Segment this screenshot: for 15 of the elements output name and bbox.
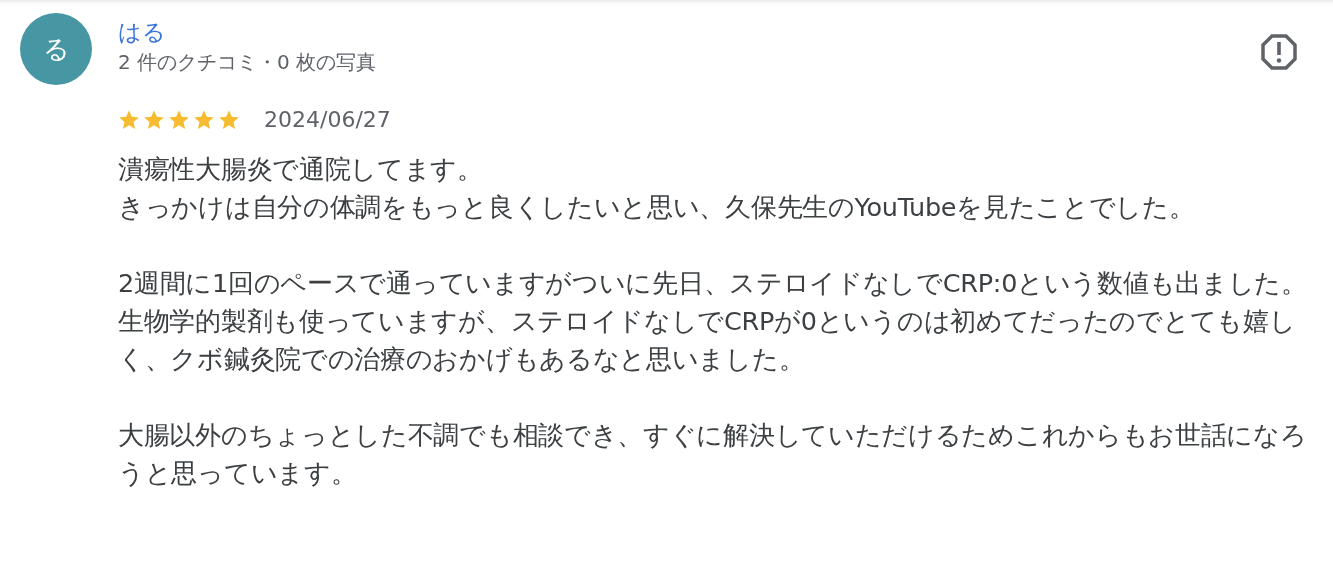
review-date: 2024/06/27 <box>264 107 391 132</box>
star-icon <box>218 108 240 131</box>
avatar: る <box>20 13 92 85</box>
review-text: 2週間に1回のペースで通っていますがついに先日、ステロイドなしでCRP:0という数値も出ました。 <box>118 267 1308 300</box>
review-text: 生物学的製剤も使っていますが、ステロイドなしでCRPが0というのは初めてだったのでとても嬉しく、クボ鍼灸院での治療のおかげもあるなと思いました。 <box>118 305 1297 376</box>
star-icon <box>168 108 190 131</box>
review-text: 潰瘍性大腸炎で通院してます。 <box>118 153 484 186</box>
star-icon <box>193 108 215 131</box>
review-text: きっかけは自分の体調をもっと良くしたいと思い、久保先生のYouTubeを見たことでした。 <box>118 191 1196 224</box>
report-icon[interactable] <box>1260 33 1298 71</box>
reviewer-name[interactable]: はる <box>118 17 166 47</box>
review-count: 2 件のクチコミ・0 枚の写真 <box>118 49 377 76</box>
star-icon <box>143 108 165 131</box>
star-icon <box>118 108 140 131</box>
review-text: 大腸以外のちょっとした不調でも相談でき、すぐに解決していただけるためこれからもお世話になろうと思っています。 <box>118 419 1308 490</box>
